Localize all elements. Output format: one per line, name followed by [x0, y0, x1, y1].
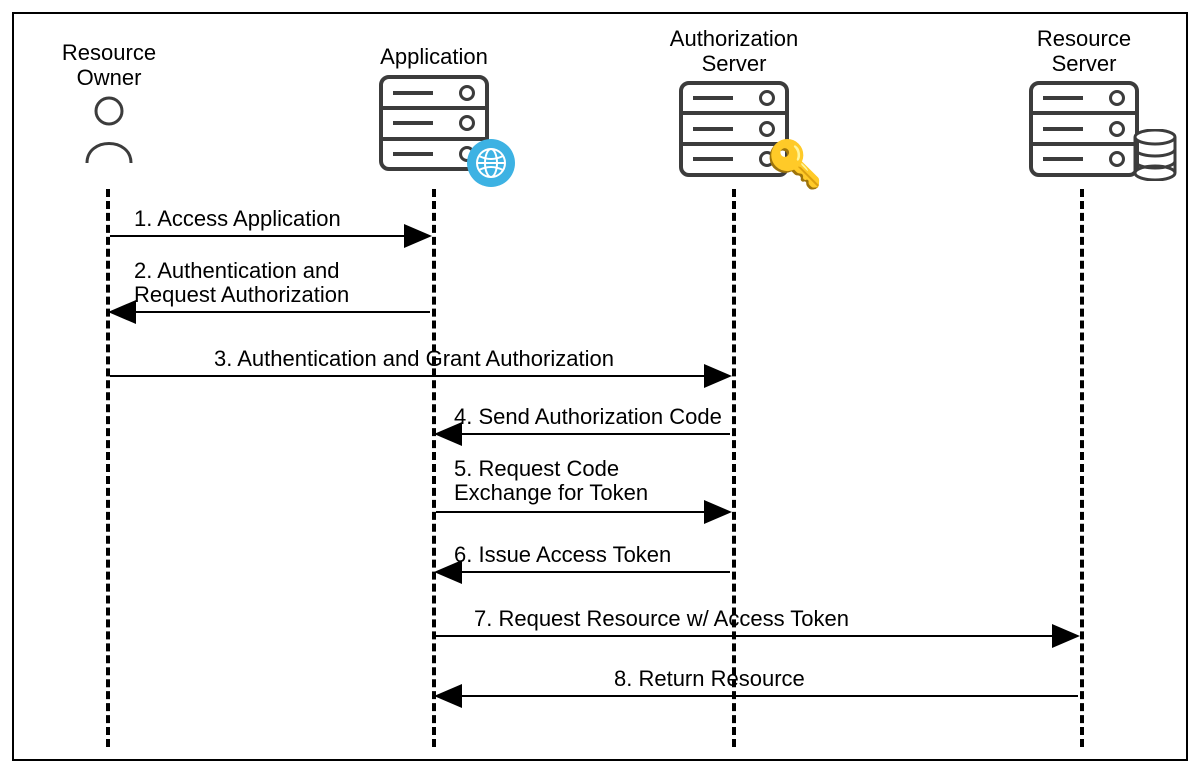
msg-1-label: 1. Access Application	[134, 206, 341, 232]
msg-4-label: 4. Send Authorization Code	[454, 404, 722, 430]
msg-6-label: 6. Issue Access Token	[454, 542, 671, 568]
msg-5-label-line1: 5. Request Code	[454, 456, 619, 482]
msg-2-label-line2: Request Authorization	[134, 282, 349, 308]
diagram-frame: Resource Owner Application	[12, 12, 1188, 761]
msg-8-label: 8. Return Resource	[614, 666, 805, 692]
msg-3-label: 3. Authentication and Grant Authorizatio…	[214, 346, 614, 372]
msg-2-label-line1: 2. Authentication and	[134, 258, 340, 284]
msg-7-label: 7. Request Resource w/ Access Token	[474, 606, 849, 632]
arrows-layer	[14, 14, 1190, 763]
msg-5-label-line2: Exchange for Token	[454, 480, 648, 506]
